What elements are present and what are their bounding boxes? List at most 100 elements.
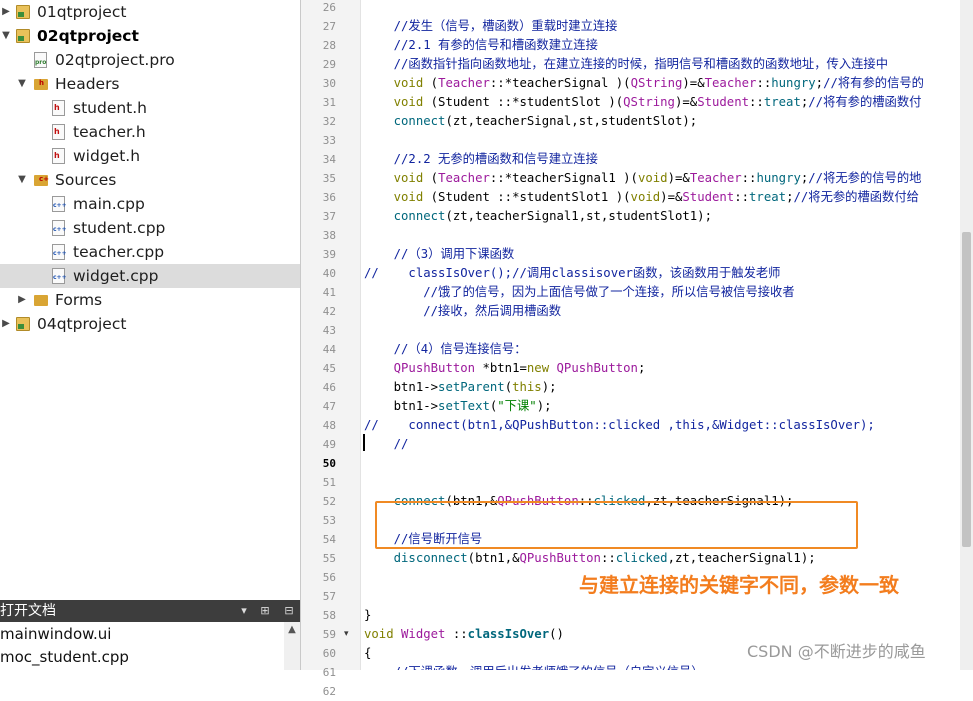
code-token: ,zt,teacherSignal1); xyxy=(667,551,816,565)
tree-item[interactable]: c++ teacher.cpp xyxy=(0,240,300,264)
editor-scrollbar-thumb[interactable] xyxy=(962,232,971,547)
tree-item[interactable]: ▶ 01qtproject xyxy=(0,0,300,24)
expand-right-icon[interactable]: ▶ xyxy=(15,288,29,312)
expand-down-icon[interactable]: ▼ xyxy=(15,72,29,96)
line-number-gutter: 26 27 28 29 30 31 32 33 34 35 36 37 38 39 40 41 42 43 44 45… xyxy=(301,0,338,698)
code-line[interactable]: // xyxy=(364,435,409,454)
tree-item-label: teacher.h xyxy=(73,123,146,141)
code-token: disconnect xyxy=(393,551,468,565)
line-number: 47 xyxy=(322,400,336,413)
close-panel-icon[interactable]: ⊟ xyxy=(281,603,297,619)
code-token: connect xyxy=(393,114,446,128)
line-number: 50 xyxy=(322,457,336,470)
tree-item[interactable]: h widget.h xyxy=(0,144,300,168)
tree-item[interactable]: ▼ c+ Sources xyxy=(0,168,300,192)
tree-item[interactable]: h teacher.h xyxy=(0,120,300,144)
header-file-icon: h xyxy=(52,124,65,140)
code-line[interactable]: connect(zt,teacherSignal1,st,studentSlot… xyxy=(364,207,712,226)
code-line[interactable]: //接收，然后调用槽函数 xyxy=(364,302,561,321)
code-line[interactable]: void (Student ::*studentSlot )(QString)=… xyxy=(364,93,922,112)
code-token: (zt,teacherSignal1,st,studentSlot1); xyxy=(445,209,712,223)
code-line[interactable]: } xyxy=(364,606,371,625)
code-token: //将有参的信号的 xyxy=(823,76,924,90)
code-line[interactable]: void Widget ::classIsOver() xyxy=(364,625,564,644)
code-token: ::*teacherSignal1 )( xyxy=(489,171,638,185)
code-line[interactable]: // classIsOver();//调用classisover函数，该函数用于… xyxy=(364,264,780,283)
code-line[interactable]: void (Teacher::*teacherSignal )(QString)… xyxy=(364,74,924,93)
expand-down-icon[interactable]: ▼ xyxy=(0,24,13,48)
tree-item-label: teacher.cpp xyxy=(73,243,165,261)
code-line[interactable]: //2.1 有参的信号和槽函数建立连接 xyxy=(364,36,598,55)
code-line[interactable]: btn1->setParent(this); xyxy=(364,378,557,397)
fold-margin[interactable]: ▾ xyxy=(338,0,361,670)
code-token: //饿了的信号，因为上面信号做了一个连接，所以信号被信号接收者 xyxy=(423,285,795,299)
code-token: //将无参的信号的地 xyxy=(808,171,922,185)
code-token: //（4）信号连接信号： xyxy=(393,342,527,356)
split-icon[interactable]: ⊞ xyxy=(257,603,273,619)
code-token: Student xyxy=(682,190,735,204)
open-documents-scrollbar[interactable]: ▲ xyxy=(284,622,300,670)
line-number: 46 xyxy=(322,381,336,394)
code-line[interactable]: //饿了的信号，因为上面信号做了一个连接，所以信号被信号接收者 xyxy=(364,283,795,302)
sources-folder-icon: c+ xyxy=(34,175,49,186)
code-line[interactable]: //2.2 无参的槽函数和信号建立连接 xyxy=(364,150,598,169)
editor-scrollbar[interactable] xyxy=(960,0,973,670)
code-line[interactable]: void (Teacher::*teacherSignal1 )(void)=&… xyxy=(364,169,922,188)
tree-item[interactable]: ▶ 04qtproject xyxy=(0,312,300,336)
code-token: //函数指针指向函数地址，在建立连接的时候，指明信号和槽函数的函数地址，传入连接… xyxy=(393,57,889,71)
tree-item[interactable]: ▼ h Headers xyxy=(0,72,300,96)
line-number: 60 xyxy=(322,647,336,660)
project-tree[interactable]: ▶ 01qtproject ▼ 02qtproject pro 02qtproject.p… xyxy=(0,0,301,600)
code-line[interactable]: QPushButton *btn1=new QPushButton; xyxy=(364,359,646,378)
tree-item[interactable]: h student.h xyxy=(0,96,300,120)
scroll-up-icon[interactable]: ▲ xyxy=(284,622,300,638)
tree-item[interactable]: c++ widget.cpp xyxy=(0,264,300,288)
code-line[interactable]: //（4）信号连接信号： xyxy=(364,340,527,359)
code-line[interactable]: disconnect(btn1,&QPushButton::clicked,zt… xyxy=(364,549,816,568)
code-line[interactable]: //发生（信号，槽函数）重载时建立连接 xyxy=(364,17,618,36)
fold-arrow-icon[interactable]: ▾ xyxy=(344,629,349,639)
code-line[interactable]: { xyxy=(364,644,371,663)
tree-item[interactable]: ▼ 02qtproject xyxy=(0,24,300,48)
code-line[interactable]: connect(zt,teacherSignal,st,studentSlot)… xyxy=(364,112,698,131)
tree-item[interactable]: c++ main.cpp xyxy=(0,192,300,216)
line-number: 48 xyxy=(322,419,336,432)
expand-right-icon[interactable]: ▶ xyxy=(0,312,13,336)
code-token: :: xyxy=(445,627,468,641)
line-number: 34 xyxy=(322,153,336,166)
code-line[interactable]: btn1->setText("下课"); xyxy=(364,397,552,416)
tree-item[interactable]: pro 02qtproject.pro xyxy=(0,48,300,72)
line-number: 30 xyxy=(322,77,336,90)
code-line[interactable]: void (Student ::*studentSlot1 )(void)=&S… xyxy=(364,188,919,207)
code-line[interactable]: //（3）调用下课函数 xyxy=(364,245,515,264)
expand-right-icon[interactable]: ▶ xyxy=(0,0,13,24)
tree-item[interactable]: ▶ Forms xyxy=(0,288,300,312)
code-token: treat xyxy=(749,190,787,204)
code-line[interactable]: // connect(btn1,&QPushButton::clicked ,t… xyxy=(364,416,875,435)
expand-down-icon[interactable]: ▼ xyxy=(15,168,29,192)
code-line[interactable]: //下课函数，调用后出发老师饿了的信号（自定义信号） xyxy=(364,663,704,670)
code-token: void xyxy=(630,190,661,204)
line-number: 59 xyxy=(322,628,336,641)
line-number: 44 xyxy=(322,343,336,356)
code-token: (Student ::*studentSlot1 )( xyxy=(423,190,631,204)
open-documents-panel: 打开文档 ▾ ⊞ ⊟ mainwindow.ui moc_student.cpp … xyxy=(0,600,301,670)
code-token: //2.2 无参的槽函数和信号建立连接 xyxy=(393,152,598,166)
line-number: 37 xyxy=(322,210,336,223)
open-document-item[interactable]: mainwindow.ui xyxy=(0,623,111,646)
code-token: //2.1 有参的信号和槽函数建立连接 xyxy=(393,38,598,52)
code-token: :: xyxy=(734,190,750,204)
dropdown-arrow-icon[interactable]: ▾ xyxy=(238,603,250,619)
cpp-file-icon: c++ xyxy=(52,244,67,260)
line-number: 42 xyxy=(322,305,336,318)
tree-item[interactable]: c++ student.cpp xyxy=(0,216,300,240)
code-line[interactable]: //函数指针指向函数地址，在建立连接的时候，指明信号和槽函数的函数地址，传入连接… xyxy=(364,55,888,74)
code-token: void xyxy=(393,190,424,204)
open-document-item[interactable]: moc_student.cpp xyxy=(0,646,129,669)
